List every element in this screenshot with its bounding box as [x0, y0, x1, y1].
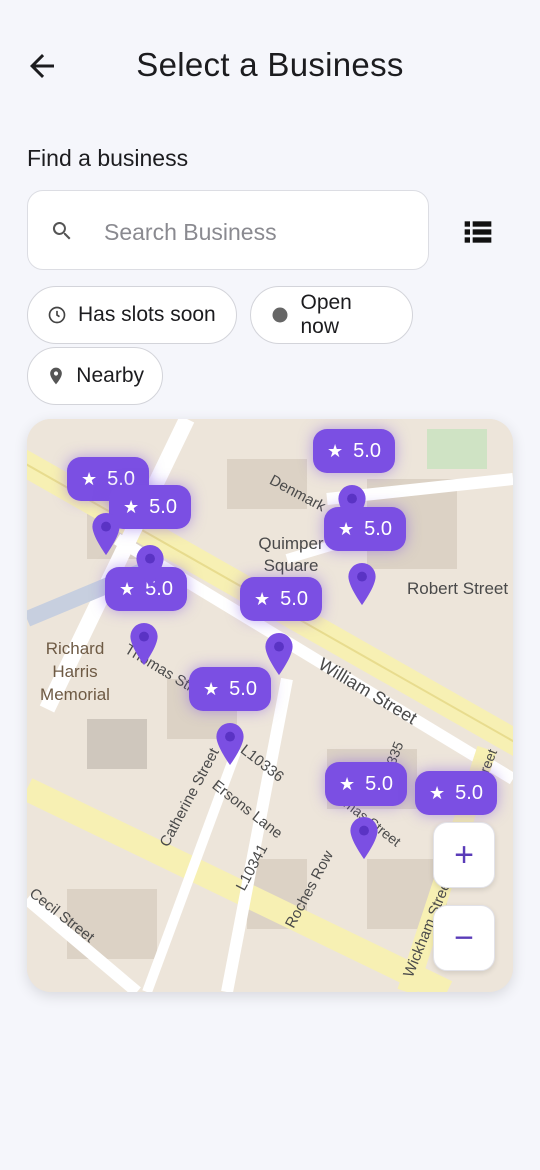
rating-badge[interactable]: ★ 5.0: [189, 667, 271, 711]
dot-icon: [269, 304, 290, 326]
rating-value: 5.0: [365, 772, 393, 795]
search-icon: [52, 222, 71, 240]
star-icon: ★: [339, 773, 356, 794]
filter-label: Has slots soon: [78, 303, 216, 326]
map-pin-icon[interactable]: [264, 633, 294, 675]
rating-value: 5.0: [455, 781, 483, 804]
find-business-label: Find a business: [27, 145, 189, 171]
list-view-icon[interactable]: [462, 216, 494, 248]
map-view[interactable]: Quimper Square Robert Street William Str…: [27, 419, 513, 992]
zoom-out-button[interactable]: −: [433, 905, 495, 971]
star-icon: ★: [327, 440, 344, 461]
filter-label: Open now: [300, 291, 352, 338]
filter-has-slots-soon[interactable]: Has slots soon: [27, 286, 237, 344]
page-title: Select a Business: [136, 46, 404, 83]
rating-badge[interactable]: ★ 5.0: [313, 429, 395, 473]
rating-value: 5.0: [353, 439, 381, 462]
rating-badge[interactable]: ★ 5.0: [415, 771, 497, 815]
map-pin-icon[interactable]: [129, 623, 159, 665]
clock-icon: [46, 304, 68, 326]
rating-badge[interactable]: ★ 5.0: [325, 762, 407, 806]
map-pin-icon[interactable]: [347, 563, 377, 605]
rating-badge[interactable]: ★ 5.0: [109, 485, 191, 529]
star-icon: ★: [123, 496, 140, 517]
filter-label: Nearby: [76, 364, 144, 387]
map-pin-icon[interactable]: [349, 817, 379, 859]
map-label-quimper: Quimper Square: [258, 534, 324, 575]
rating-value: 5.0: [364, 517, 392, 540]
location-icon: [46, 365, 66, 387]
map-pin-icon[interactable]: [135, 545, 165, 587]
rating-value: 5.0: [149, 495, 177, 518]
star-icon: ★: [429, 782, 446, 803]
header: Select a Business: [0, 0, 540, 130]
map-pin-icon[interactable]: [337, 485, 367, 527]
search-input[interactable]: [102, 209, 406, 255]
map-label-richard: Richard Harris Memorial: [40, 639, 110, 704]
rating-value: 5.0: [229, 677, 257, 700]
search-field[interactable]: [27, 190, 429, 270]
rating-value: 5.0: [280, 587, 308, 610]
map-label-robert: Robert Street: [407, 579, 509, 598]
map-pin-icon[interactable]: [91, 513, 121, 555]
filter-open-now[interactable]: Open now: [250, 286, 413, 344]
rating-badge[interactable]: ★ 5.0: [240, 577, 322, 621]
star-icon: ★: [254, 588, 271, 609]
star-icon: ★: [203, 678, 220, 699]
star-icon: ★: [119, 578, 136, 599]
zoom-in-button[interactable]: +: [433, 822, 495, 888]
filter-nearby[interactable]: Nearby: [27, 347, 163, 405]
star-icon: ★: [81, 468, 98, 489]
map-pin-icon[interactable]: [215, 723, 245, 765]
